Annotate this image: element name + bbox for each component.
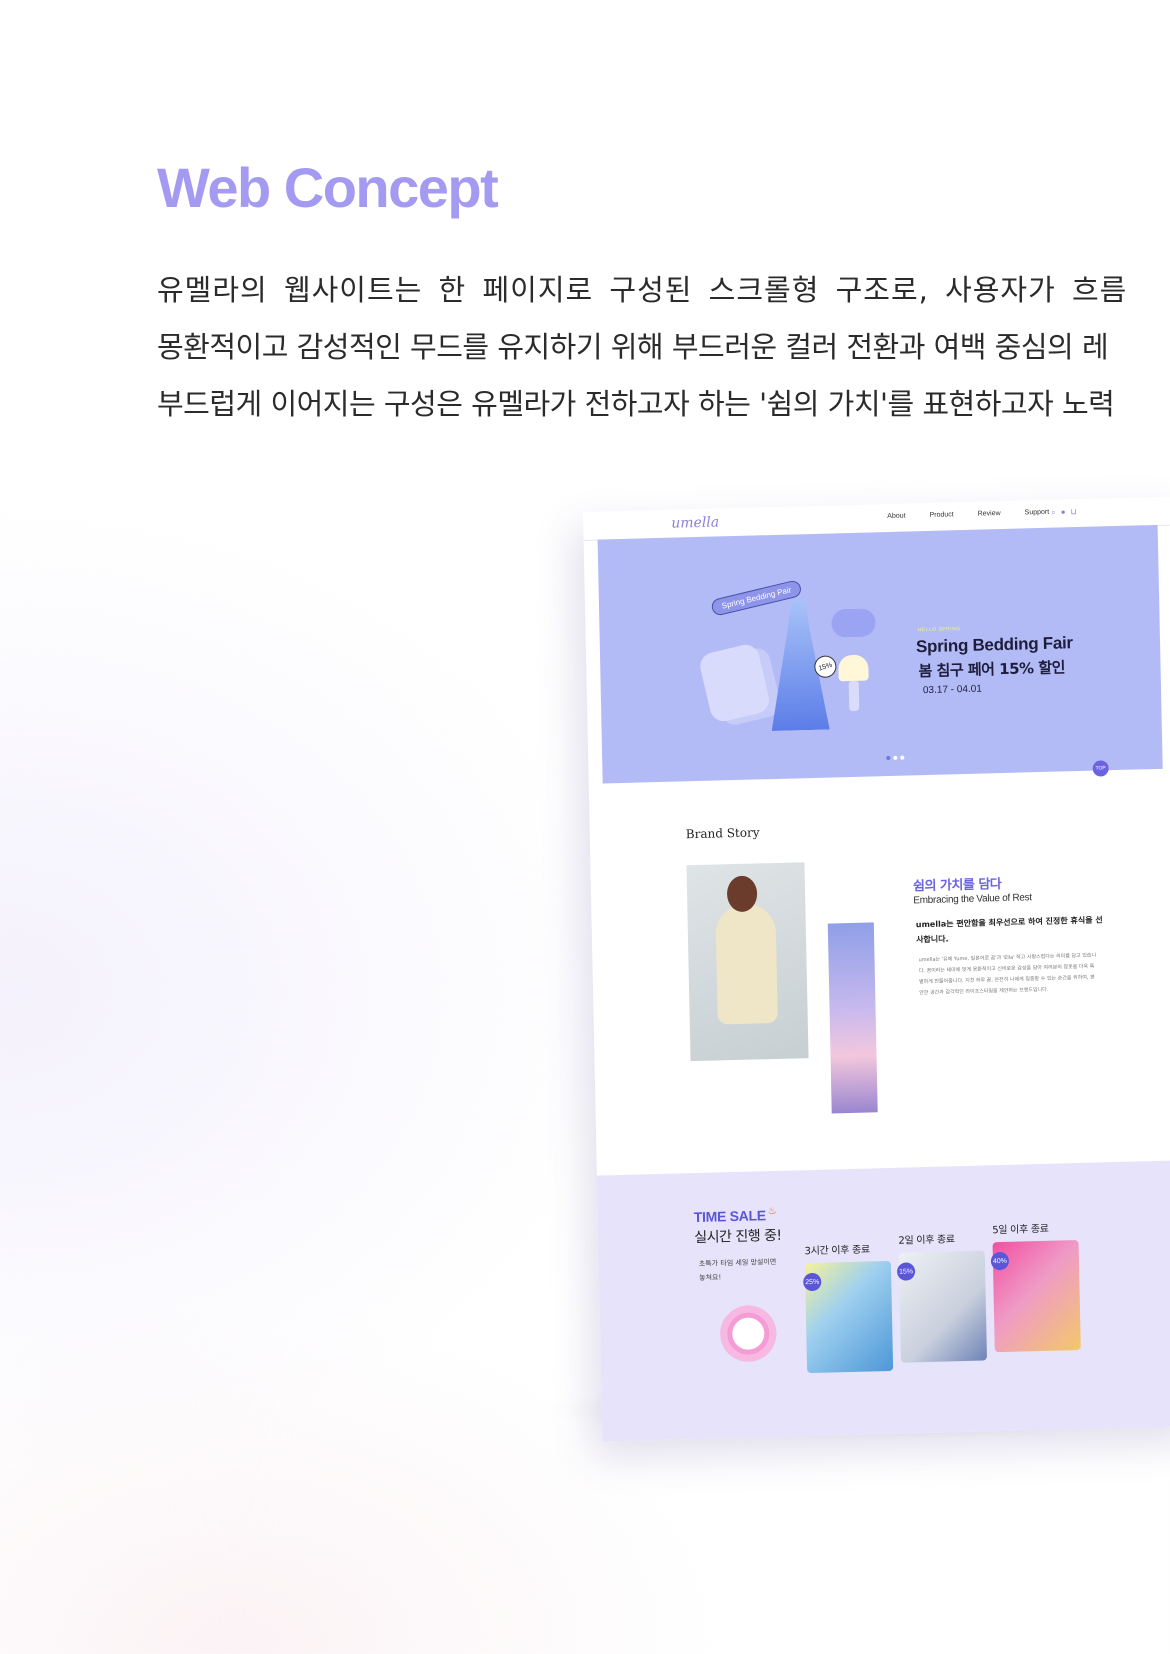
sale-card[interactable]: 5일 이후 종료 40% <box>990 1219 1081 1353</box>
website-mockup-area: umella About Product Review Support ⌕ ● … <box>0 0 1170 1654</box>
sale-card[interactable]: 3시간 이후 종료 25% <box>803 1240 894 1374</box>
slide-dot[interactable] <box>900 755 905 760</box>
sale-card-label: 3시간 이후 종료 <box>804 1244 870 1258</box>
discount-badge: 40% <box>990 1251 1010 1271</box>
website-mockup-page: umella About Product Review Support ⌕ ● … <box>583 496 1170 1442</box>
time-sale-section: TIME SALE ♨ 실시간 진행 중! 초특가 타임 세일 망설이면 놓쳐요… <box>596 1159 1170 1442</box>
sale-card-image[interactable]: 15% <box>896 1250 987 1363</box>
brand-story-body: umella는 '유메 Yume, 일본어로 꿈'과 'Ella' 작고 사랑스… <box>918 952 1097 997</box>
discount-badge: 25% <box>803 1272 822 1292</box>
hero-eyebrow: HELLO SPRING <box>917 626 961 634</box>
sale-card[interactable]: 2일 이후 종료 15% <box>896 1229 987 1363</box>
user-icon[interactable]: ● <box>1061 507 1066 517</box>
hero-date: 03.17 - 04.01 <box>922 683 982 697</box>
model-photo <box>686 862 809 1062</box>
mockup-nav-menu: About Product Review Support <box>887 509 1049 520</box>
hero-banner[interactable]: Spring Bedding Pair 15% HELLO SPRING Spr… <box>597 524 1163 784</box>
sale-card-image[interactable]: 25% <box>803 1260 894 1374</box>
sale-card-image[interactable]: 40% <box>990 1240 1081 1353</box>
alarm-clock-illustration <box>719 1304 777 1363</box>
brand-story-lead: umella는 편안함을 최우선으로 하여 진정한 휴식을 선사합니다. <box>915 915 1103 945</box>
brand-story-heading: 쉼의 가치를 담다 <box>912 877 1002 895</box>
cart-icon[interactable]: ⊔ <box>1070 507 1076 517</box>
brand-story-heading-en: Embracing the Value of Rest <box>913 892 1032 907</box>
nav-item-about[interactable]: About <box>887 513 905 520</box>
slide-indicators <box>886 755 905 761</box>
time-sale-note: 초특가 타임 세일 망설이면 놓쳐요! <box>698 1257 777 1282</box>
time-sale-subtitle: 실시간 진행 중! <box>694 1227 782 1247</box>
hero-badge: Spring Bedding Pair <box>710 579 803 617</box>
fire-icon: ♨ <box>767 1205 777 1218</box>
lamp-illustration <box>838 654 869 716</box>
search-icon[interactable]: ⌕ <box>1051 508 1056 518</box>
discount-badge: 15% <box>896 1262 916 1281</box>
hero-subtitle: 봄 침구 페어 15% 할인 <box>918 658 1066 681</box>
pillow-illustration <box>697 642 772 725</box>
nav-item-review[interactable]: Review <box>978 510 1001 518</box>
nav-item-product[interactable]: Product <box>929 511 953 519</box>
brand-story-title: Brand Story <box>685 825 760 842</box>
sky-photo <box>827 922 878 1114</box>
hero-title: Spring Bedding Fair <box>915 633 1073 657</box>
slide-dot[interactable] <box>893 755 898 760</box>
time-sale-title: TIME SALE <box>693 1207 766 1226</box>
nav-item-support[interactable]: Support <box>1025 509 1050 517</box>
slide-dot[interactable] <box>886 755 891 761</box>
sale-card-label: 2일 이후 종료 <box>898 1234 955 1247</box>
nav-icons: ⌕ ● ⊔ <box>1051 507 1077 518</box>
sale-card-label: 5일 이후 종료 <box>992 1223 1049 1237</box>
scroll-top-button[interactable]: TOP <box>1092 760 1109 777</box>
slippers-illustration <box>831 608 876 638</box>
mockup-logo[interactable]: umella <box>671 514 719 531</box>
